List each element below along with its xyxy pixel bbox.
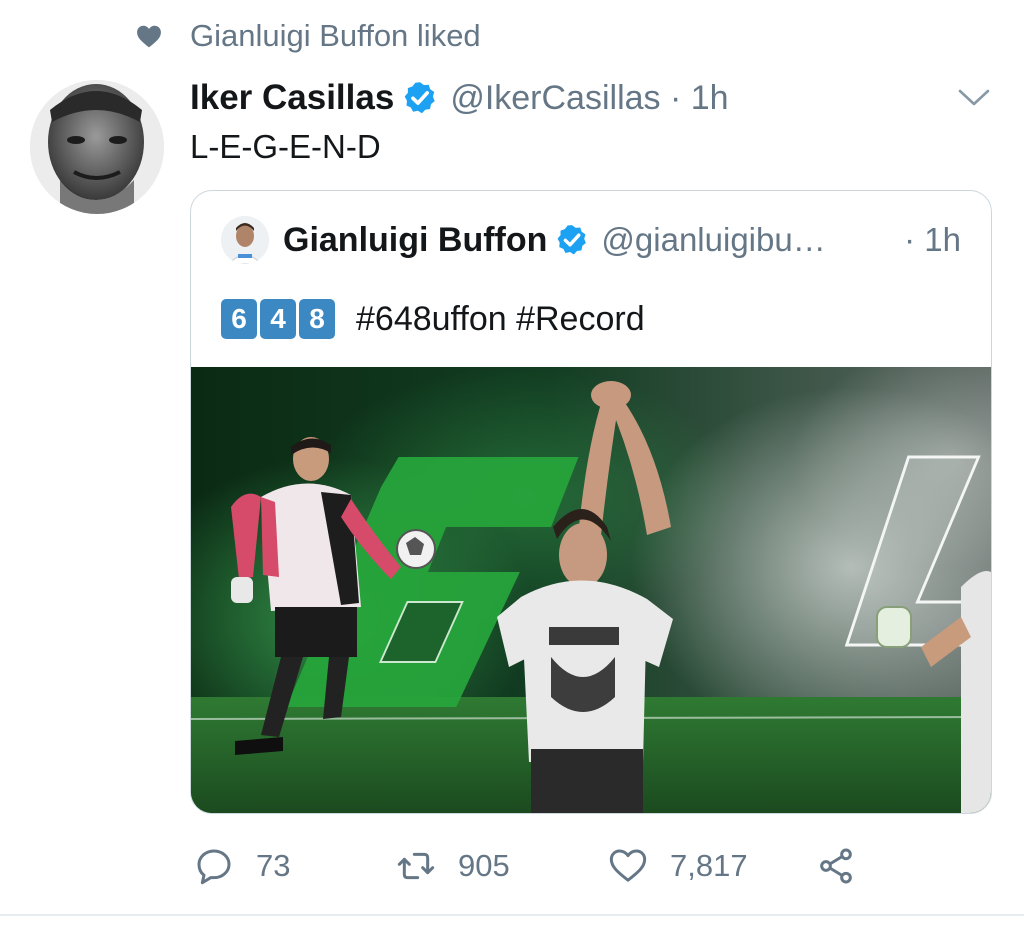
like-count: 7,817 [670,848,748,883]
keycap-digit: 8 [299,299,335,339]
verified-badge-icon [405,82,436,114]
keycap-digit: 4 [260,299,296,339]
reply-count: 73 [256,848,291,883]
tweet-header: Iker Casillas @IkerCasillas · 1h [190,74,729,122]
verified-badge-icon [557,225,587,255]
quoted-author-handle[interactable]: @gianluigibu… [601,221,825,259]
quoted-tweet-time: · 1h [904,221,961,258]
author-name[interactable]: Iker Casillas [190,78,394,118]
author-handle-time[interactable]: @IkerCasillas · 1h [450,79,728,118]
author-avatar[interactable] [30,80,164,214]
retweet-count: 905 [458,848,510,883]
tweet-media-image[interactable] [191,367,991,813]
tweet-divider [0,914,1024,916]
share-icon [820,848,852,884]
keycap-digit: 6 [221,299,257,339]
heart-icon [134,21,164,51]
quoted-tweet-hashtags[interactable]: #648uffon #Record [356,300,645,339]
like-button[interactable]: 7,817 [608,838,748,894]
social-context: Gianluigi Buffon liked [134,14,481,58]
reply-button[interactable]: 73 [194,838,290,894]
chevron-down-icon[interactable] [956,84,992,110]
retweet-button[interactable]: 905 [396,838,510,894]
retweet-icon [397,852,435,880]
quoted-author-name[interactable]: Gianluigi Buffon [283,221,547,260]
share-button[interactable] [816,838,856,894]
tweet-actions: 73 905 7,817 [190,838,890,894]
reply-icon [197,849,231,885]
quoted-tweet-header: Gianluigi Buffon @gianluigibu… [221,215,826,265]
quoted-author-avatar [221,216,269,264]
quoted-tweet[interactable]: Gianluigi Buffon @gianluigibu… · 1h 6 4 … [190,190,992,814]
quoted-tweet-text: 6 4 8 #648uffon #Record [221,295,645,343]
social-context-label[interactable]: Gianluigi Buffon liked [190,18,481,54]
like-icon [609,849,647,882]
tweet-text: L-E-G-E-N-D [190,128,381,165]
